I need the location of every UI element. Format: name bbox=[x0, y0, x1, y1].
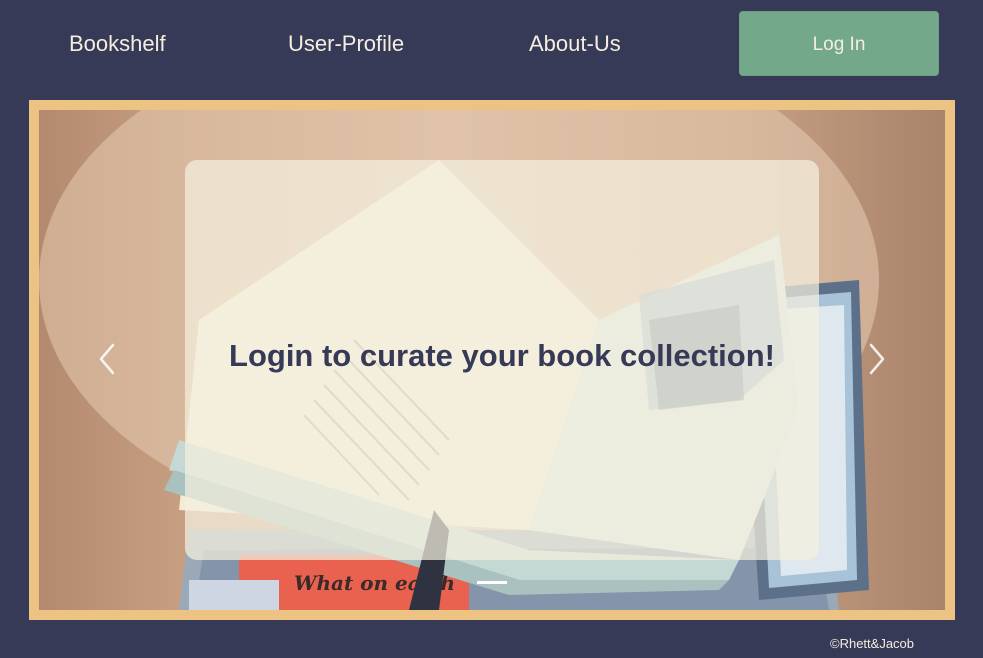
carousel-next-button[interactable] bbox=[861, 341, 891, 377]
footer-copyright: ©Rhett&Jacob bbox=[830, 636, 915, 651]
chevron-left-icon bbox=[99, 343, 115, 375]
carousel-frame: What on earth Login to curate your book … bbox=[29, 100, 955, 620]
nav-link-bookshelf[interactable]: Bookshelf bbox=[69, 30, 166, 58]
nav-link-user-profile[interactable]: User-Profile bbox=[288, 30, 404, 58]
chevron-right-icon bbox=[869, 343, 885, 375]
login-button[interactable]: Log In bbox=[739, 11, 939, 76]
carousel-caption: Login to curate your book collection! bbox=[229, 338, 775, 373]
carousel-indicator[interactable] bbox=[477, 581, 507, 584]
carousel-slide: What on earth Login to curate your book … bbox=[39, 110, 945, 610]
caption-box: Login to curate your book collection! bbox=[185, 160, 819, 560]
carousel-prev-button[interactable] bbox=[93, 341, 123, 377]
navbar: Bookshelf User-Profile About-Us Log In bbox=[0, 0, 983, 90]
nav-link-about-us[interactable]: About-Us bbox=[529, 30, 621, 58]
